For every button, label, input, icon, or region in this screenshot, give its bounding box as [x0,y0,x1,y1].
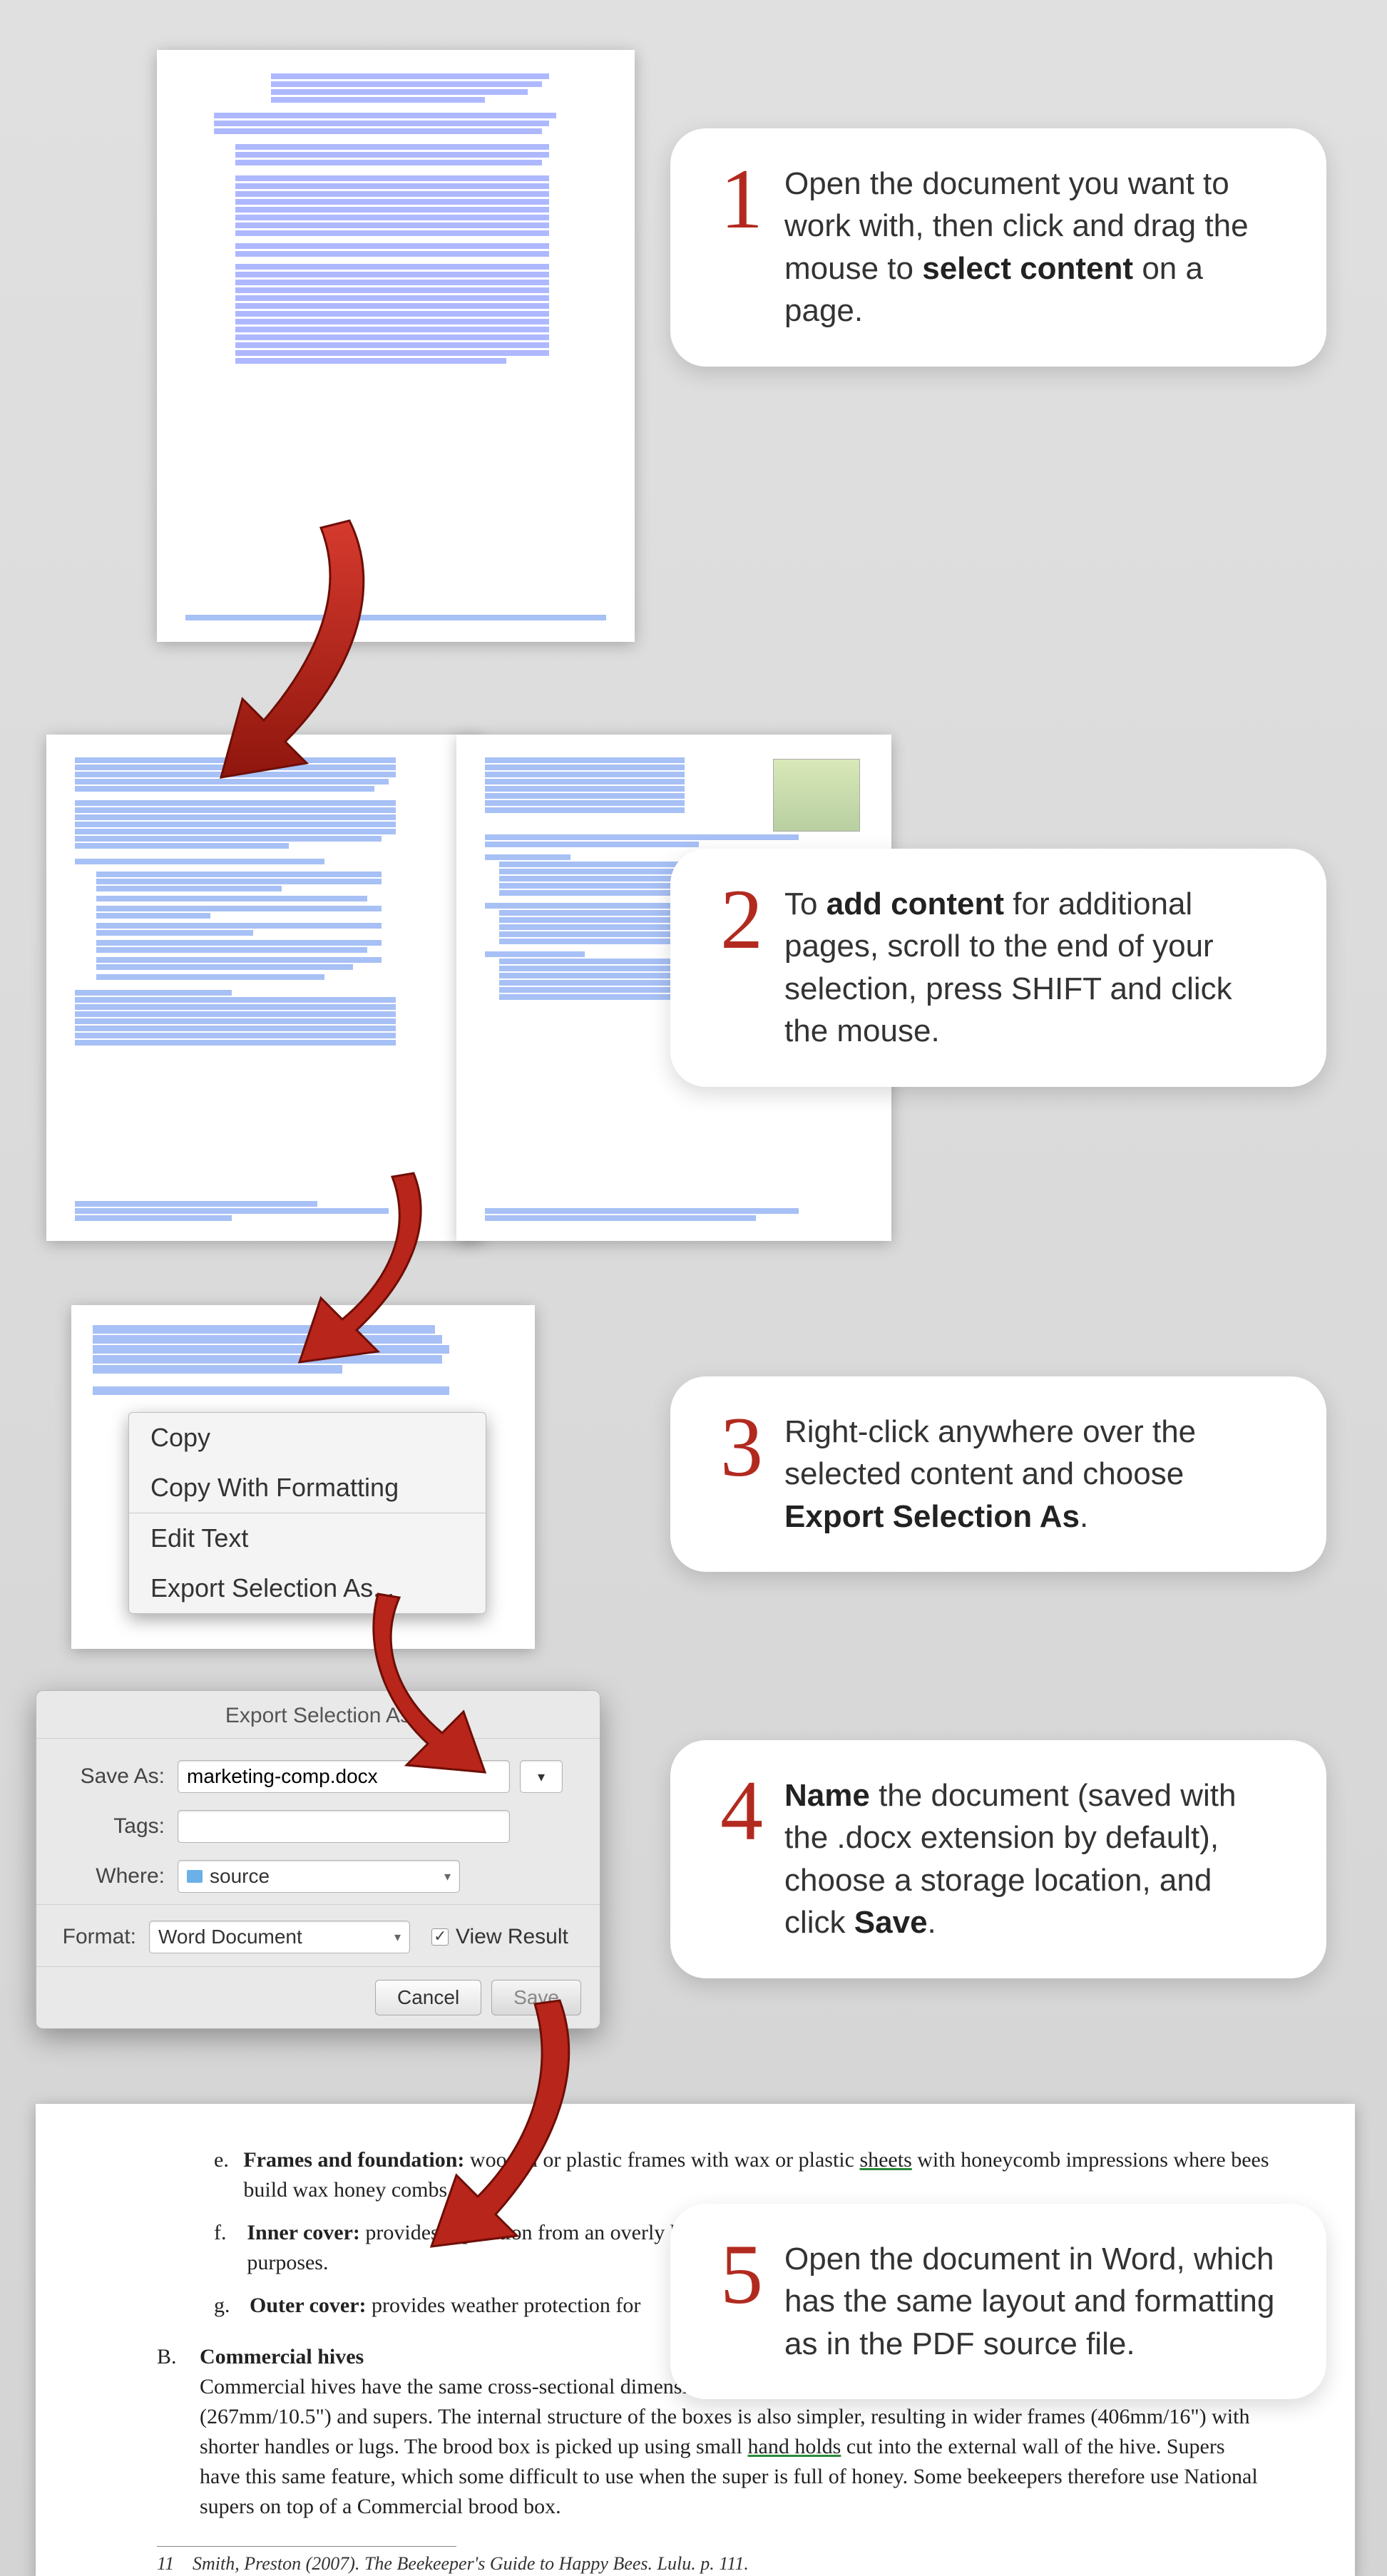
list-marker: f. [214,2218,247,2278]
tags-label: Tags: [58,1814,178,1839]
save-as-label: Save As: [58,1764,178,1789]
save-as-input[interactable] [178,1760,510,1793]
list-item: Frames and foundation: wooden or plastic… [243,2145,1269,2205]
updown-icon: ▾ [444,1869,451,1884]
pdf-page-thumbnail-2-left [46,735,481,1241]
step-number: 1 [720,163,763,235]
text: provides weather protection for [367,2294,641,2317]
text: . [928,1905,936,1940]
list-marker: g. [214,2291,250,2321]
step-number: 5 [720,2238,763,2311]
step-text: Open the document you want to work with,… [784,163,1276,332]
underlined-text: sheets [859,2148,911,2172]
bold-text: Save [854,1905,928,1940]
list-item: Outer cover: provides weather protection… [250,2291,640,2321]
view-result-label: View Result [456,1925,568,1949]
step-3-callout: 3 Right-click anywhere over the selected… [670,1376,1326,1572]
step-4-callout: 4 Name the document (saved with the .doc… [670,1740,1326,1978]
save-button[interactable]: Save [491,1980,581,2015]
step-text: Right-click anywhere over the selected c… [784,1411,1276,1538]
where-select[interactable]: source ▾ [178,1860,460,1893]
format-select[interactable]: Word Document ▾ [149,1921,410,1953]
view-result-checkbox[interactable] [431,1928,449,1946]
folder-icon [187,1870,203,1883]
context-menu: Copy Copy With Formatting Edit Text Expo… [128,1412,486,1614]
image-thumbnail [773,759,860,832]
pdf-page-thumbnail-1 [157,50,635,642]
where-label: Where: [58,1864,178,1888]
step-number: 2 [720,883,763,956]
step-text: Open the document in Word, which has the… [784,2238,1276,2365]
text: wooden or plastic frames with wax or pla… [464,2148,859,2172]
export-dialog: Export Selection As Save As: ▾ Tags: Whe… [36,1690,600,2029]
step-text: Name the document (saved with the .docx … [784,1774,1276,1944]
updown-icon: ▾ [394,1930,401,1945]
tags-input[interactable] [178,1810,510,1843]
item-heading: Frames and foundation: [243,2148,464,2172]
section-heading: Commercial hives [200,2345,364,2368]
menu-item-copy-formatting[interactable]: Copy With Formatting [129,1463,486,1513]
bold-text: add content [826,886,1004,921]
step-1-callout: 1 Open the document you want to work wit… [670,128,1326,367]
text: . [1080,1499,1088,1534]
menu-item-export-selection[interactable]: Export Selection As... [129,1563,486,1613]
step-number: 4 [720,1774,763,1847]
underlined-text: hand holds [748,2435,841,2458]
footnote-number: 11 [157,2551,193,2576]
footnote-text: Smith, Preston (2007). The Beekeeper's G… [193,2551,749,2576]
format-value: Word Document [158,1926,302,1948]
step-number: 3 [720,1411,763,1483]
cancel-button[interactable]: Cancel [375,1980,481,2015]
item-heading: Inner cover: [247,2221,360,2244]
item-heading: Outer cover: [250,2294,367,2317]
step-text: To add content for additional pages, scr… [784,883,1276,1053]
text: To [784,886,826,921]
step-2-callout: 2 To add content for additional pages, s… [670,849,1326,1087]
dialog-title: Export Selection As [36,1691,600,1739]
format-label: Format: [58,1925,149,1949]
text: Right-click anywhere over the selected c… [784,1414,1196,1491]
where-value: source [210,1865,270,1887]
bold-text: Name [784,1778,870,1813]
bold-text: Export Selection As [784,1499,1080,1534]
chevron-down-icon: ▾ [538,1768,545,1786]
step-5-callout: 5 Open the document in Word, which has t… [670,2204,1326,2399]
menu-item-edit-text[interactable]: Edit Text [129,1513,486,1563]
bold-text: select content [922,251,1133,286]
menu-item-copy[interactable]: Copy [129,1413,486,1463]
list-marker: e. [214,2145,243,2205]
filename-history-dropdown[interactable]: ▾ [520,1760,563,1793]
list-marker: B. [157,2342,200,2522]
